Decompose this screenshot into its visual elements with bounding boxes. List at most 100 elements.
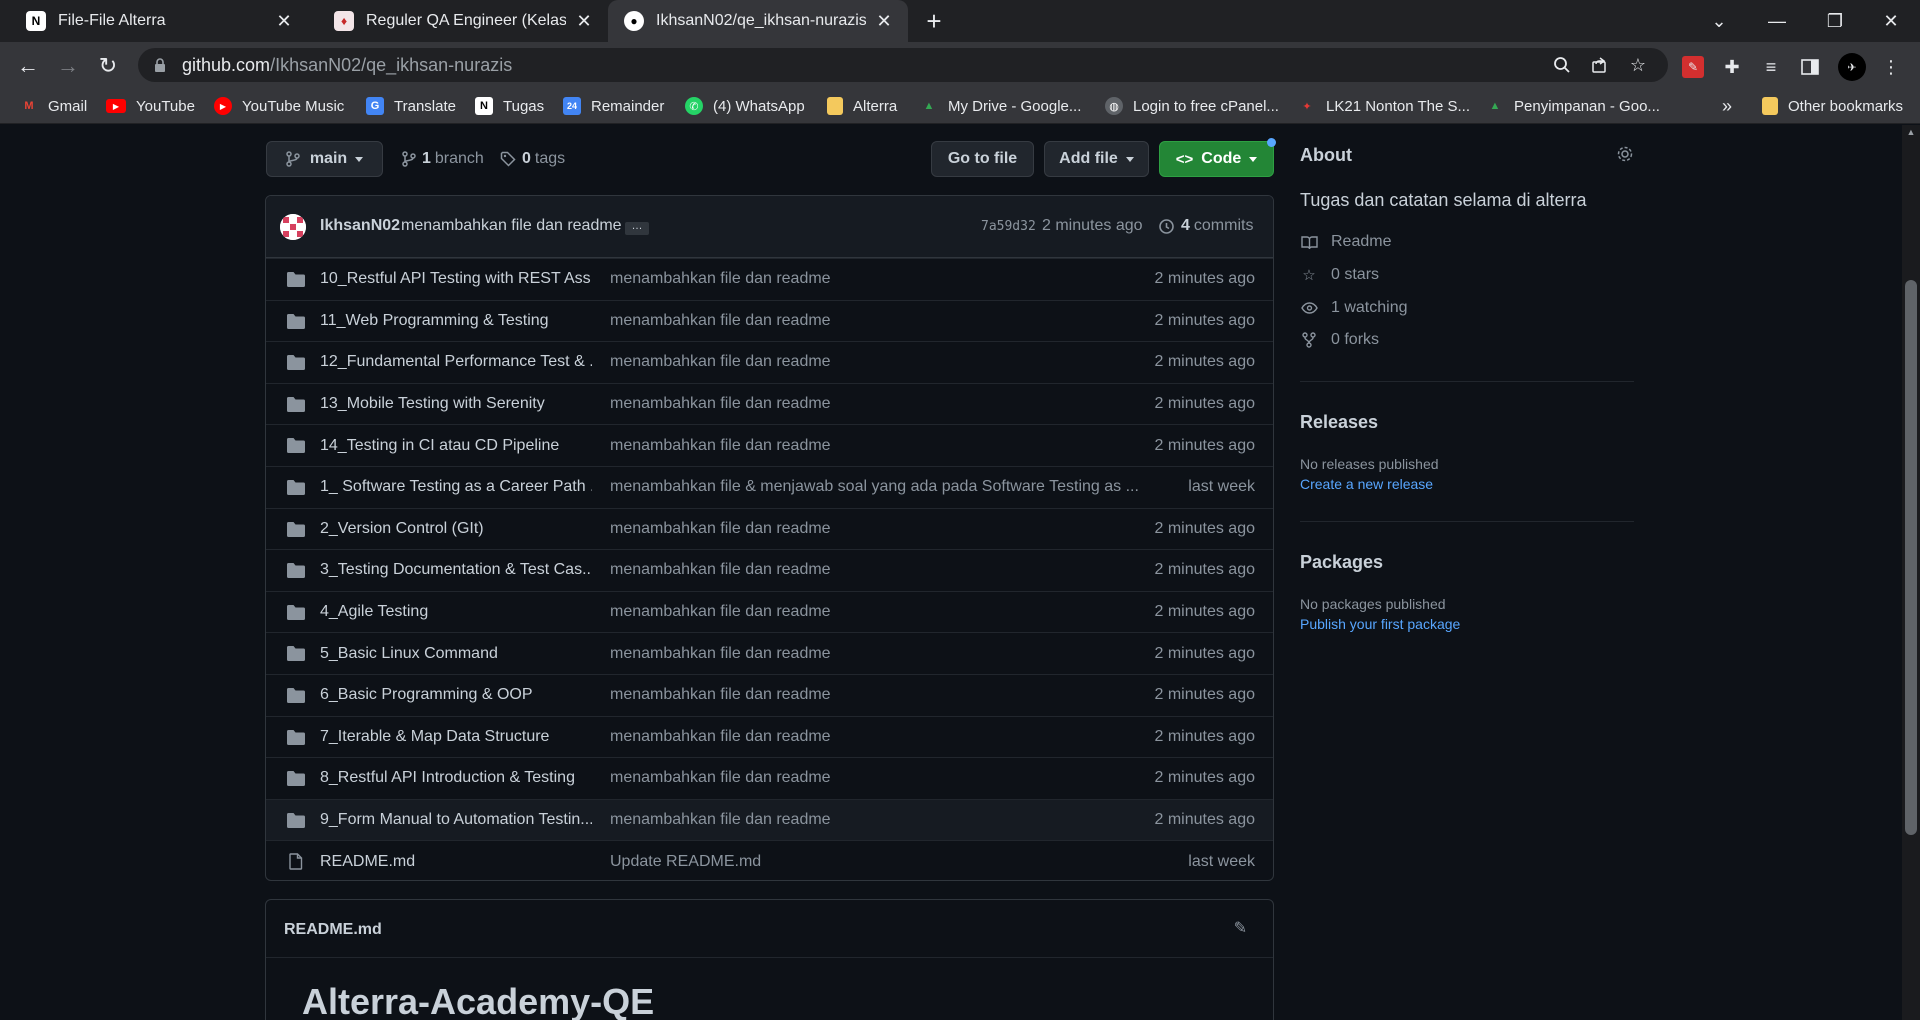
readme-link[interactable]: Readme [1300, 233, 1391, 251]
commit-message-link[interactable]: menambahkan file dan readme [610, 395, 1140, 413]
commit-message-link[interactable]: menambahkan file dan readme [610, 769, 1140, 787]
bookmark-cpanel[interactable]: ◍ Login to free cPanel... [1105, 94, 1279, 118]
table-row[interactable]: 1_ Software Testing as a Career Path ...… [266, 466, 1273, 508]
bookmark-remainder[interactable]: 24 Remainder [563, 94, 664, 118]
stars-link[interactable]: ☆ 0 stars [1300, 266, 1379, 284]
file-name-link[interactable]: README.md [320, 853, 592, 871]
page-scrollbar[interactable]: ▲ [1902, 125, 1920, 1020]
new-tab-button[interactable]: + [920, 8, 948, 36]
file-name-link[interactable]: 11_Web Programming & Testing [320, 312, 592, 330]
bookmark-tugas[interactable]: N Tugas [475, 94, 544, 118]
commit-message-link[interactable]: menambahkan file dan readme [610, 270, 1140, 288]
table-row[interactable]: 5_Basic Linux Command menambahkan file da… [266, 632, 1273, 674]
address-bar[interactable]: github.com/IkhsanN02/qe_ikhsan-nurazis ☆ [138, 48, 1668, 82]
table-row[interactable]: 11_Web Programming & Testing menambahkan … [266, 299, 1273, 342]
menu-kebab-icon[interactable]: ⋮ [1880, 56, 1902, 78]
releases-heading[interactable]: Releases [1300, 412, 1378, 433]
table-row[interactable]: 13_Mobile Testing with Serenity menambahk… [266, 382, 1273, 425]
commit-message-link[interactable]: menambahkan file dan readme [610, 437, 1140, 455]
file-name-link[interactable]: 13_Mobile Testing with Serenity [320, 395, 592, 413]
commit-sha-link[interactable]: 7a59d32 [981, 219, 1036, 234]
commit-message-link[interactable]: menambahkan file dan readme [401, 217, 622, 235]
scrollbar-thumb[interactable] [1905, 280, 1917, 835]
bookmark-penyimpanan[interactable]: ▲ Penyimpanan - Goo... [1486, 94, 1660, 118]
table-row[interactable]: 3_Testing Documentation & Test Cas... men… [266, 549, 1273, 591]
gear-icon[interactable] [1616, 145, 1634, 168]
code-button[interactable]: <> Code [1159, 141, 1274, 177]
table-row[interactable]: 6_Basic Programming & OOP menambahkan fil… [266, 674, 1273, 716]
file-name-link[interactable]: 12_Fundamental Performance Test & ... [320, 353, 592, 371]
commit-message-link[interactable]: menambahkan file dan readme [610, 686, 1140, 704]
reload-button[interactable]: ↻ [92, 50, 124, 82]
expand-commit-button[interactable]: … [625, 221, 649, 235]
bookmark-star-icon[interactable]: ☆ [1626, 54, 1650, 76]
tab-search-button[interactable]: ⌄ [1690, 0, 1748, 42]
file-name-link[interactable]: 9_Form Manual to Automation Testin... [320, 811, 592, 829]
close-window-button[interactable]: ✕ [1862, 0, 1920, 42]
close-icon[interactable]: ✕ [274, 11, 294, 31]
more-bookmarks-button[interactable]: » [1722, 94, 1732, 118]
table-row[interactable]: README.md Update README.md last week [266, 840, 1273, 880]
watchers-link[interactable]: 1 watching [1300, 299, 1408, 317]
forward-button[interactable]: → [52, 50, 84, 82]
bookmark-gmail[interactable]: M Gmail [20, 94, 87, 118]
table-row[interactable]: 8_Restful API Introduction & Testing mena… [266, 757, 1273, 799]
bookmark-translate[interactable]: G Translate [366, 94, 456, 118]
restore-button[interactable]: ❐ [1806, 0, 1864, 42]
file-name-link[interactable]: 7_Iterable & Map Data Structure [320, 728, 592, 746]
puzzle-icon[interactable]: ✚ [1721, 56, 1743, 78]
publish-package-link[interactable]: Publish your first package [1300, 616, 1460, 632]
share-icon[interactable] [1588, 54, 1612, 76]
create-release-link[interactable]: Create a new release [1300, 476, 1433, 492]
go-to-file-button[interactable]: Go to file [931, 141, 1034, 177]
extension-red-icon[interactable]: ✎ [1682, 56, 1704, 78]
commit-message-link[interactable]: menambahkan file dan readme [610, 603, 1140, 621]
avatar[interactable] [280, 214, 306, 240]
zoom-icon[interactable] [1550, 54, 1574, 76]
bookmark-whatsapp[interactable]: ✆ (4) WhatsApp [685, 94, 805, 118]
commit-message-link[interactable]: Update README.md [610, 853, 1140, 871]
branch-select-button[interactable]: main [266, 141, 383, 177]
table-row[interactable]: 4_Agile Testing menambahkan file dan read… [266, 590, 1273, 633]
table-row[interactable]: 7_Iterable & Map Data Structure menambahk… [266, 715, 1273, 758]
close-icon[interactable]: ✕ [574, 11, 594, 31]
file-name-link[interactable]: 3_Testing Documentation & Test Cas... [320, 561, 592, 579]
browser-tab-active[interactable]: ● IkhsanN02/qe_ikhsan-nurazis: Tu ✕ [608, 0, 908, 42]
edit-pencil-icon[interactable]: ✎ [1234, 918, 1247, 938]
file-name-link[interactable]: 6_Basic Programming & OOP [320, 686, 592, 704]
table-row[interactable]: 9_Form Manual to Automation Testin... men… [266, 798, 1273, 841]
profile-avatar[interactable]: ✈ [1838, 53, 1866, 81]
scroll-up-arrow[interactable]: ▲ [1902, 127, 1920, 141]
commit-message-link[interactable]: menambahkan file dan readme [610, 645, 1140, 663]
close-icon[interactable]: ✕ [874, 11, 894, 31]
file-name-link[interactable]: 2_Version Control (GIt) [320, 520, 592, 538]
file-name-link[interactable]: 8_Restful API Introduction & Testing [320, 769, 592, 787]
side-panel-icon[interactable] [1799, 56, 1821, 78]
table-row[interactable]: 2_Version Control (GIt) menambahkan file … [266, 507, 1273, 550]
branches-link[interactable]: 1 branch [402, 150, 484, 168]
minimize-button[interactable]: — [1748, 0, 1806, 42]
table-row[interactable]: 10_Restful API Testing with REST Ass... m… [266, 258, 1273, 300]
commit-message-link[interactable]: menambahkan file dan readme [610, 728, 1140, 746]
table-row[interactable]: 14_Testing in CI atau CD Pipeline menamba… [266, 424, 1273, 466]
file-name-link[interactable]: 1_ Software Testing as a Career Path ... [320, 478, 592, 496]
forks-link[interactable]: 0 forks [1300, 331, 1379, 349]
table-row[interactable]: 12_Fundamental Performance Test & ... men… [266, 341, 1273, 383]
file-name-link[interactable]: 4_Agile Testing [320, 603, 592, 621]
commit-message-link[interactable]: menambahkan file dan readme [610, 353, 1140, 371]
bookmark-lk21[interactable]: ✦ LK21 Nonton The S... [1298, 94, 1470, 118]
commit-message-link[interactable]: menambahkan file dan readme [610, 520, 1140, 538]
tags-link[interactable]: 0 tags [500, 150, 565, 168]
browser-tab[interactable]: N File-File Alterra ✕ [0, 0, 308, 42]
commit-message-link[interactable]: menambahkan file dan readme [610, 561, 1140, 579]
file-name-link[interactable]: 5_Basic Linux Command [320, 645, 592, 663]
file-name-link[interactable]: 10_Restful API Testing with REST Ass... [320, 270, 592, 288]
file-name-link[interactable]: 14_Testing in CI atau CD Pipeline [320, 437, 592, 455]
back-button[interactable]: ← [12, 50, 44, 82]
other-bookmarks[interactable]: Other bookmarks [1762, 94, 1903, 118]
commit-message-link[interactable]: menambahkan file & menjawab soal yang ad… [610, 478, 1140, 496]
bookmark-folder-alterra[interactable]: Alterra [827, 94, 897, 118]
commit-message-link[interactable]: menambahkan file dan readme [610, 312, 1140, 330]
commits-link[interactable]: 4 commits [1158, 217, 1253, 235]
media-control-icon[interactable]: ≡ [1760, 56, 1782, 78]
